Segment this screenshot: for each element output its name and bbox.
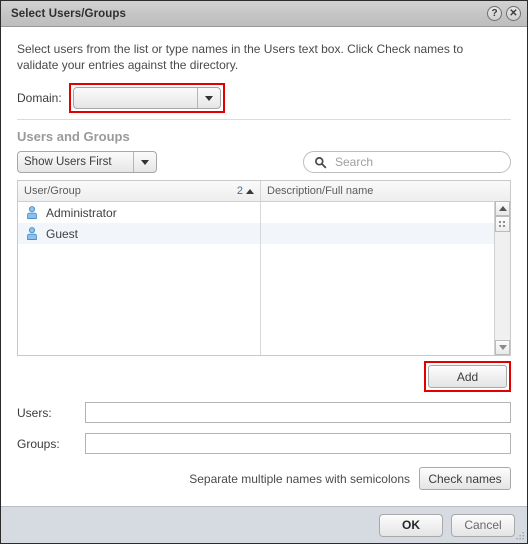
search-icon <box>315 156 327 168</box>
groups-field-row: Groups: <box>17 433 511 454</box>
domain-dropdown[interactable] <box>72 87 221 109</box>
dialog-body: Select users from the list or type names… <box>1 27 527 506</box>
search-box[interactable]: Search <box>303 151 511 173</box>
scrollbar-thumb[interactable] <box>495 216 510 232</box>
vertical-scrollbar[interactable] <box>494 201 510 355</box>
instruction-text: Select users from the list or type names… <box>17 42 464 72</box>
close-icon[interactable]: ✕ <box>506 6 521 21</box>
help-icon[interactable]: ? <box>487 6 502 21</box>
add-button-row: Add <box>17 361 511 392</box>
title-bar[interactable]: Select Users/Groups ? ✕ <box>1 1 527 27</box>
users-groups-table: User/Group 2 Description/Full name Admin… <box>17 180 511 356</box>
table-row-name: Administrator <box>46 205 117 220</box>
groups-label: Groups: <box>17 436 60 451</box>
column-header-description[interactable]: Description/Full name <box>261 181 510 201</box>
column-header-user-group-label: User/Group <box>24 185 81 197</box>
show-users-first-value: Show Users First <box>24 156 112 168</box>
sort-indicator: 2 <box>237 185 254 197</box>
table-row[interactable]: Administrator <box>18 202 510 223</box>
domain-highlight-box <box>68 83 225 113</box>
semicolon-hint-text: Separate multiple names with semicolons <box>189 471 410 486</box>
table-empty-area <box>18 244 261 355</box>
window-title: Select Users/Groups <box>11 7 127 20</box>
resize-grip-icon[interactable] <box>516 532 525 541</box>
table-row-name: Guest <box>46 226 79 241</box>
dialog-footer: OK Cancel <box>1 506 527 543</box>
add-button[interactable]: Add <box>428 365 507 388</box>
users-input[interactable] <box>85 402 511 423</box>
divider <box>17 119 511 120</box>
check-names-button[interactable]: Check names <box>419 467 511 490</box>
show-users-first-dropdown[interactable]: Show Users First <box>17 151 157 173</box>
domain-row: Domain: <box>17 83 511 113</box>
check-names-row: Separate multiple names with semicolons … <box>17 467 511 490</box>
section-title: Users and Groups <box>17 129 130 144</box>
users-field-row: Users: <box>17 402 511 423</box>
list-toolbar: Show Users First Search <box>17 150 511 174</box>
groups-input[interactable] <box>85 433 511 454</box>
scroll-thumb-grip-icon <box>499 220 506 228</box>
select-users-groups-dialog: Select Users/Groups ? ✕ Select users fro… <box>0 0 528 544</box>
table-cell-user-group: Guest <box>18 223 261 244</box>
ok-button[interactable]: OK <box>379 513 443 537</box>
sort-order-number: 2 <box>236 185 243 197</box>
domain-label: Domain: <box>17 91 62 105</box>
table-cell-user-group: Administrator <box>18 202 261 223</box>
table-cell-description <box>261 202 510 223</box>
table-header-row: User/Group 2 Description/Full name <box>18 181 510 202</box>
cancel-button[interactable]: Cancel <box>451 513 515 537</box>
title-bar-buttons: ? ✕ <box>487 6 521 21</box>
table-body: Administrator Guest <box>18 202 510 355</box>
column-header-description-label: Description/Full name <box>267 185 374 197</box>
sort-ascending-icon <box>246 188 254 194</box>
column-header-user-group[interactable]: User/Group 2 <box>18 181 261 201</box>
domain-dropdown-value <box>74 88 197 108</box>
close-icon-glyph: ✕ <box>509 7 518 19</box>
help-icon-glyph: ? <box>491 7 498 19</box>
user-icon <box>27 206 37 219</box>
table-row[interactable]: Guest <box>18 223 510 244</box>
user-icon <box>27 227 37 240</box>
add-button-highlight-box: Add <box>424 361 511 392</box>
scroll-down-arrow-icon[interactable] <box>495 340 510 355</box>
search-input[interactable]: Search <box>335 155 373 169</box>
table-cell-description <box>261 223 510 244</box>
chevron-down-icon <box>196 88 220 108</box>
chevron-down-icon <box>133 152 156 172</box>
users-label: Users: <box>17 405 52 420</box>
scroll-up-arrow-icon[interactable] <box>495 201 510 216</box>
